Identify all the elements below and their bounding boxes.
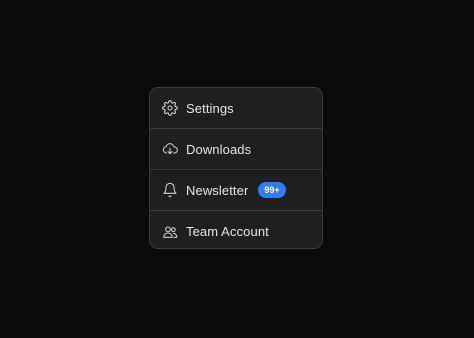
notification-count-badge: 99+: [258, 182, 286, 198]
bell-icon: [162, 182, 178, 198]
menu-item-label: Downloads: [186, 141, 252, 157]
menu-item-label: Team Account: [186, 224, 269, 239]
menu-item-newsletter[interactable]: Newsletter 99+: [150, 170, 322, 211]
menu-item-label: Newsletter: [186, 182, 249, 198]
menu-item-settings[interactable]: Settings: [150, 88, 322, 129]
dropdown-menu: Settings Downloads Newsletter 99+ Team A…: [149, 87, 323, 249]
users-icon: [162, 224, 178, 240]
menu-item-downloads[interactable]: Downloads: [150, 129, 322, 170]
gear-icon: [162, 100, 178, 116]
cloud-download-icon: [162, 141, 178, 157]
menu-item-label: Settings: [186, 100, 234, 116]
menu-item-team-account[interactable]: Team Account: [150, 211, 322, 248]
